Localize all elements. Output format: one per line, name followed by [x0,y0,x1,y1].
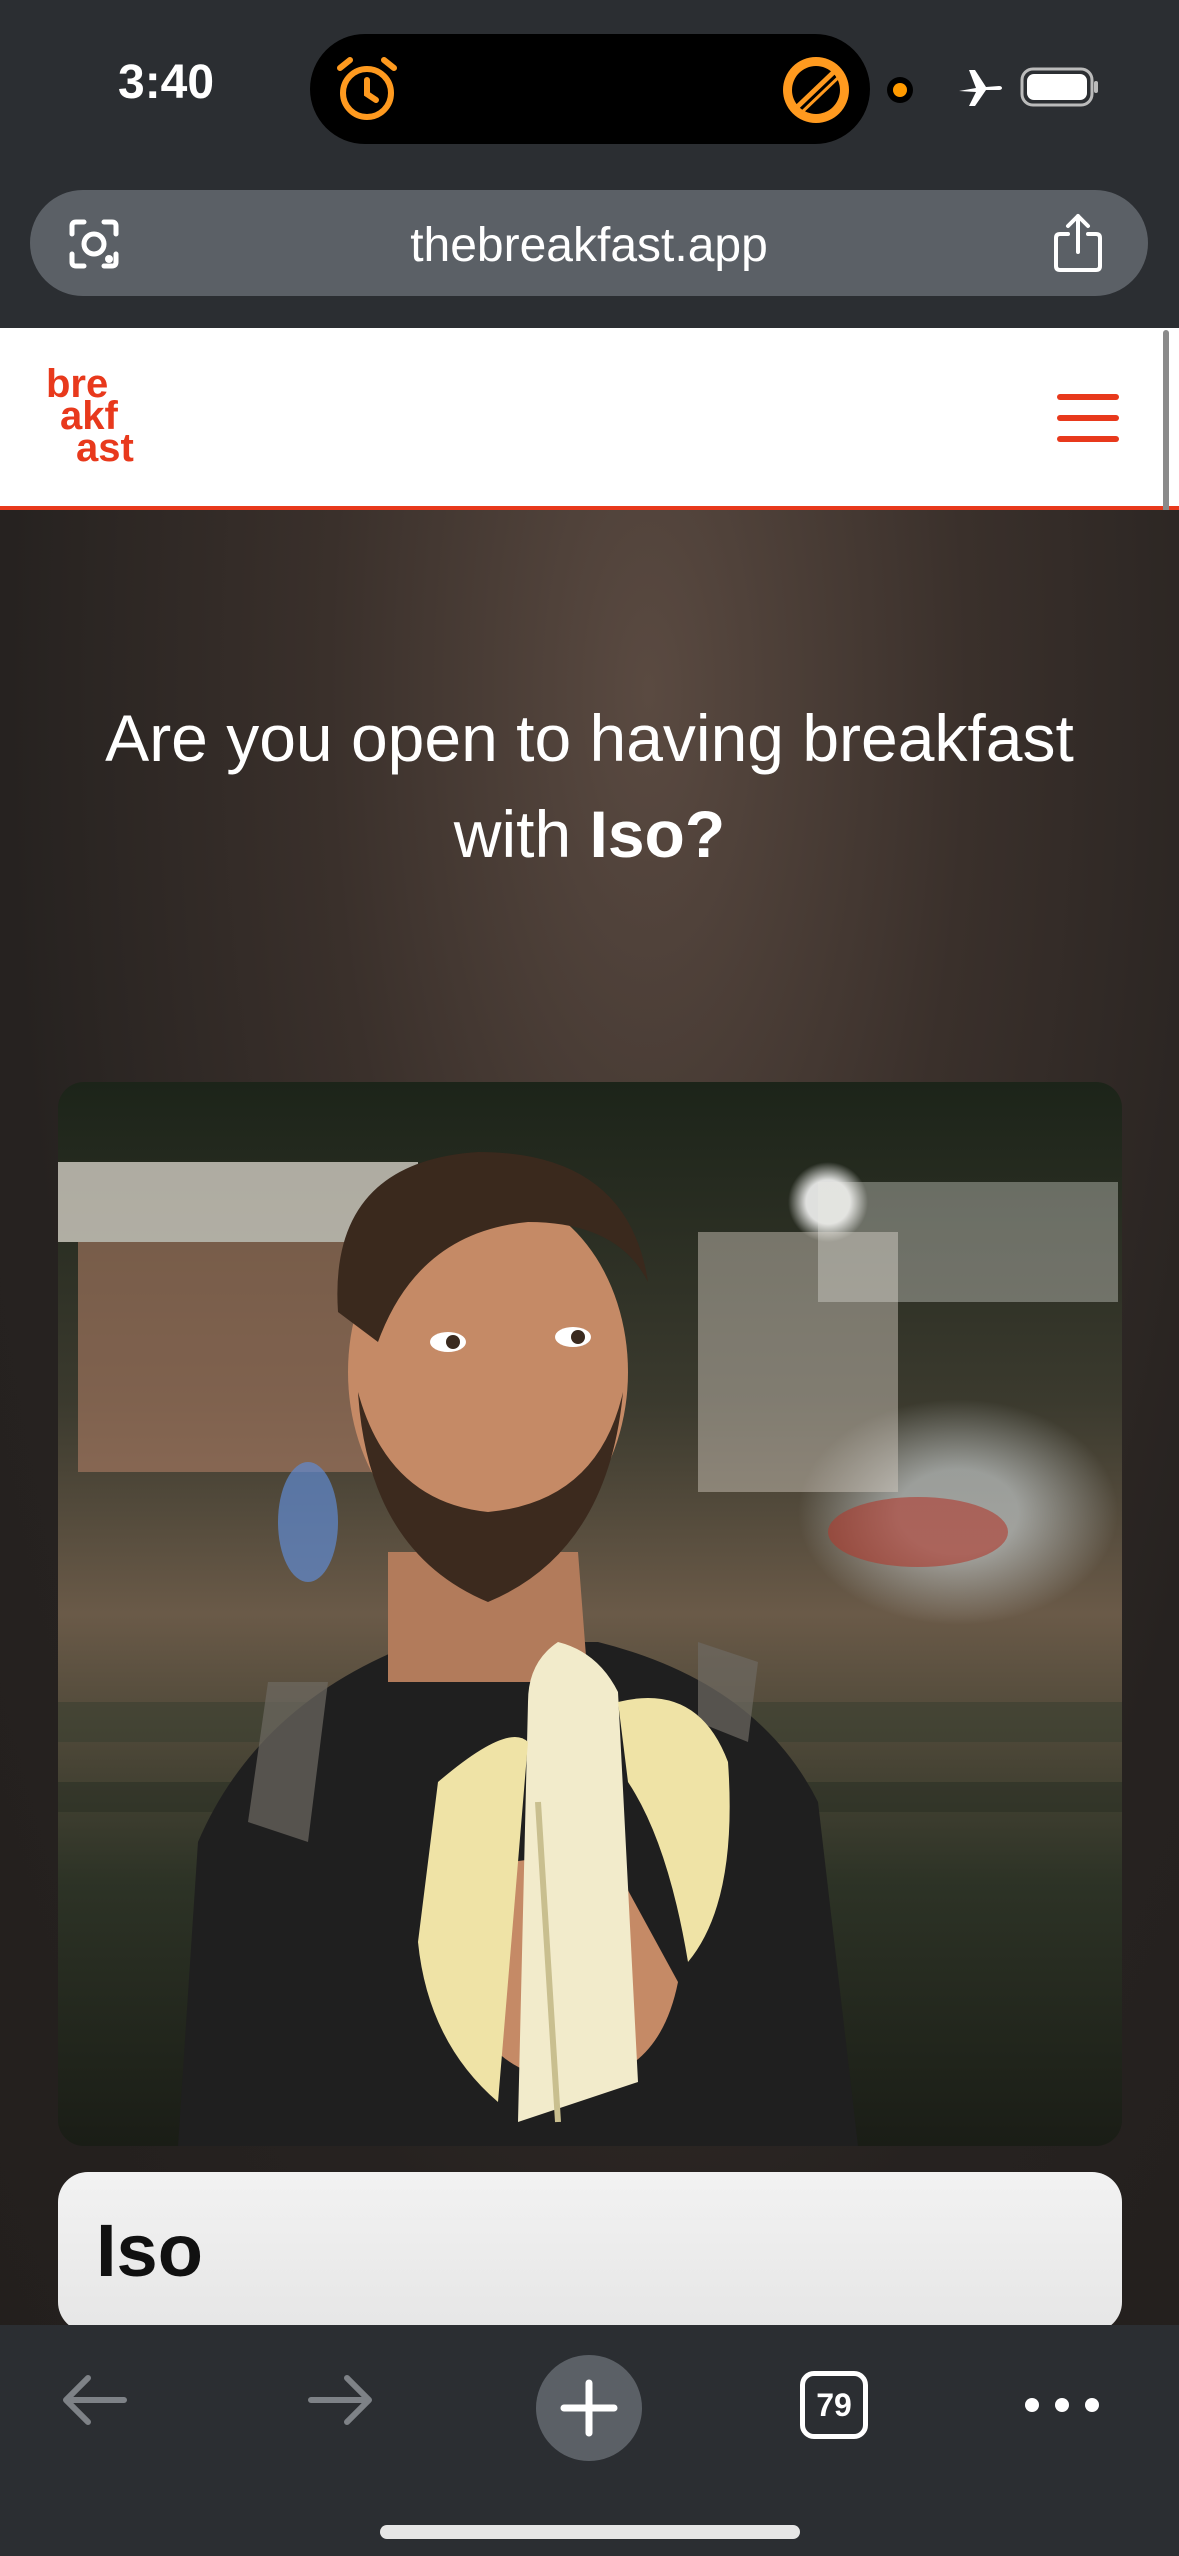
breakfast-logo[interactable]: bre akf ast [46,364,156,468]
site-header: bre akf ast [0,328,1179,510]
home-indicator[interactable] [380,2525,800,2539]
status-bar: 3:40 [0,0,1179,180]
invite-question: Are you open to having breakfast with Is… [80,690,1099,882]
share-icon[interactable] [1050,212,1106,274]
url-text[interactable]: thebreakfast.app [30,218,1148,273]
profile-photo [58,1082,1122,2146]
back-arrow-icon[interactable] [58,2370,130,2430]
browser-toolbar: 79 [0,2325,1179,2556]
new-tab-button[interactable] [536,2355,642,2461]
status-time: 3:40 [118,56,215,109]
forward-arrow-icon[interactable] [305,2370,377,2430]
airplane-icon [959,70,1002,106]
alarm-icon [337,57,397,120]
question-name: Iso? [589,797,726,871]
hamburger-menu-icon[interactable] [1057,394,1119,442]
dynamic-island [310,34,870,144]
more-icon[interactable] [1022,2390,1102,2420]
url-bar[interactable]: thebreakfast.app [30,190,1148,296]
recording-dot-icon [887,77,913,103]
timer-icon [783,57,849,123]
tabs-icon[interactable]: 79 [800,2371,868,2439]
profile-name-card[interactable]: Iso [58,2172,1122,2332]
battery-icon [1020,67,1098,107]
main-content: Are you open to having breakfast with Is… [0,510,1179,2332]
profile-name: Iso [96,2209,203,2292]
plus-icon [560,2379,618,2437]
